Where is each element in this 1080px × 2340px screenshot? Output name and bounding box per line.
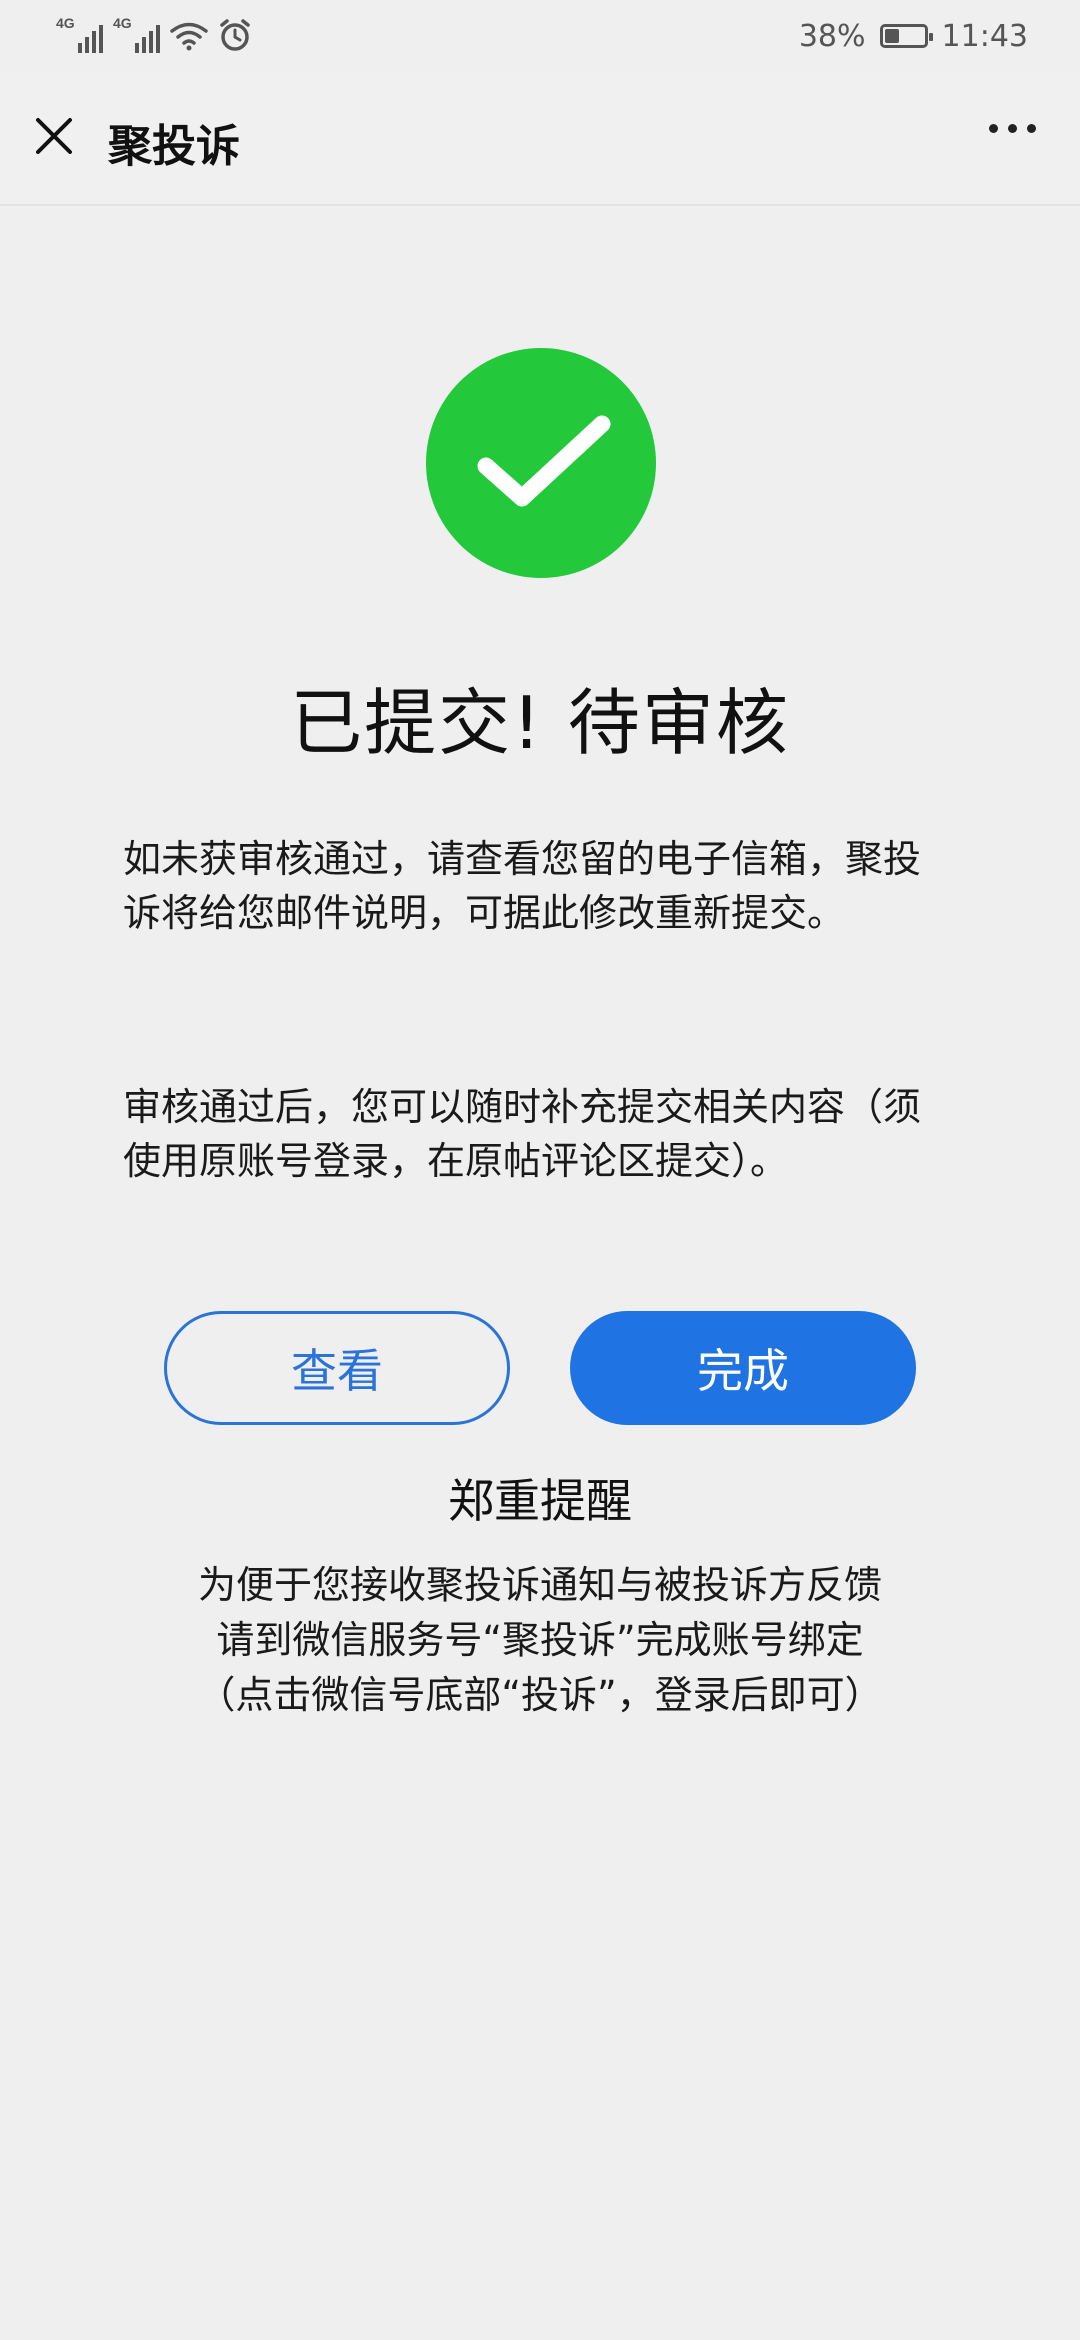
battery-icon [879, 24, 933, 48]
checkmark-icon [477, 415, 611, 507]
clock: 11:43 [941, 18, 1028, 54]
reminder-line: 请到微信服务号“聚投诉”完成账号绑定 [216, 1618, 864, 1662]
nav-bar: 聚投诉 [0, 72, 1080, 206]
more-icon[interactable] [989, 124, 1036, 133]
cellular-signal-2-icon: 4G [113, 15, 160, 53]
reminder-title: 郑重提醒 [448, 1474, 632, 1528]
view-button[interactable]: 查看 [164, 1311, 510, 1425]
reminder-text: 为便于您接收聚投诉通知与被投诉方反馈 请到微信服务号“聚投诉”完成账号绑定 （点… [0, 1558, 1080, 1723]
status-right: 38% 11:43 [799, 19, 1028, 54]
reminder-line: （点击微信号底部“投诉”，登录后即可） [197, 1673, 883, 1717]
cellular-signal-1-icon: 4G [56, 15, 103, 53]
supplement-info-paragraph: 审核通过后，您可以随时补充提交相关内容（须使用原账号登录，在原帖评论区提交）。 [123, 1085, 922, 1183]
status-bar: 4G 4G 38% 11:43 [0, 0, 1080, 72]
network-type-label-1: 4G [56, 15, 75, 31]
reminder-line: 为便于您接收聚投诉通知与被投诉方反馈 [197, 1563, 882, 1607]
close-icon[interactable] [30, 112, 78, 160]
wifi-icon [170, 22, 208, 51]
network-type-label-2: 4G [113, 15, 132, 31]
alarm-icon [220, 19, 250, 51]
success-checkmark-icon [426, 348, 656, 578]
result-headline: 已提交! 待审核 [290, 681, 790, 765]
battery-percentage: 38% [798, 18, 866, 54]
page-title: 聚投诉 [108, 121, 240, 172]
review-info-paragraph: 如未获审核通过，请查看您留的电子信箱，聚投诉将给您邮件说明，可据此修改重新提交。 [123, 837, 922, 935]
done-button[interactable]: 完成 [570, 1311, 916, 1425]
status-left: 4G 4G [56, 15, 252, 53]
